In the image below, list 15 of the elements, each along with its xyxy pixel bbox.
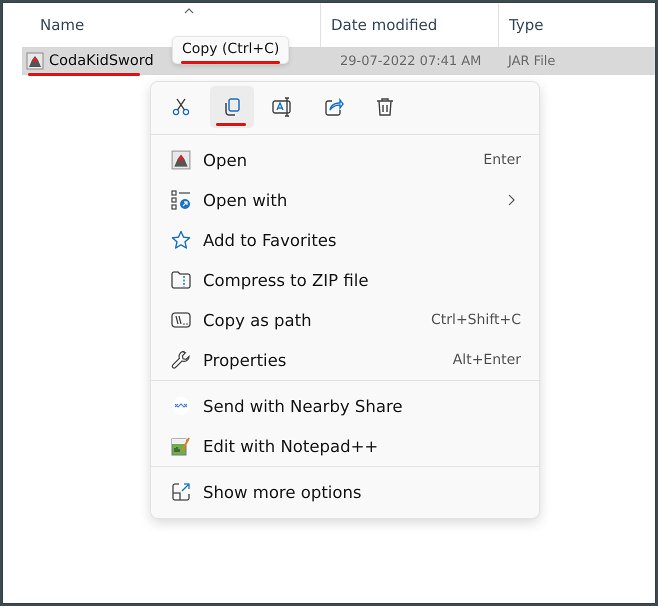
shortcut-text: Alt+Enter [452, 352, 521, 368]
menu-item-label: Compress to ZIP file [203, 270, 370, 290]
shortcut-text: Enter [483, 152, 521, 168]
menu-item-label: Send with Nearby Share [203, 396, 404, 416]
shortcut-text: Ctrl+Shift+C [431, 312, 521, 328]
file-name: CodaKidSword [49, 53, 154, 69]
menu-item-label: Show more options [203, 482, 363, 502]
menu-item-label: Properties [203, 350, 288, 370]
menu-item-label: Copy as path [203, 310, 313, 330]
date-modified: 29-07-2022 07:41 AM [340, 54, 482, 69]
menu-item-label: Open [203, 150, 248, 170]
file-type: JAR File [508, 54, 556, 69]
menu-item-label: Add to Favorites [203, 230, 338, 250]
menu-item-label: Edit with Notepad++ [203, 436, 380, 456]
menu-item-label: Open with [203, 190, 288, 210]
